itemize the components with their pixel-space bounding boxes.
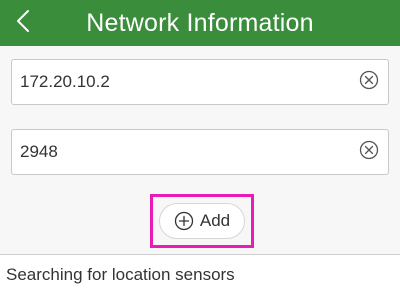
clear-port-button[interactable] <box>358 140 380 165</box>
clear-ip-button[interactable] <box>358 70 380 95</box>
form-area: Add <box>0 46 400 254</box>
clear-circle-icon <box>359 140 379 165</box>
plus-circle-icon <box>174 211 194 231</box>
port-field[interactable] <box>12 130 358 174</box>
page-title: Network Information <box>86 8 314 37</box>
add-button[interactable]: Add <box>159 203 245 239</box>
add-button-label: Add <box>199 211 231 230</box>
ip-address-field-container <box>11 59 389 105</box>
header-bar: Network Information <box>0 0 400 46</box>
ip-address-field[interactable] <box>12 60 358 104</box>
clear-circle-icon <box>359 70 379 95</box>
port-field-container <box>11 129 389 175</box>
back-button[interactable] <box>8 7 38 39</box>
chevron-left-icon <box>16 9 30 38</box>
status-text: Searching for location sensors <box>6 265 235 284</box>
status-bar: Searching for location sensors <box>0 255 400 304</box>
